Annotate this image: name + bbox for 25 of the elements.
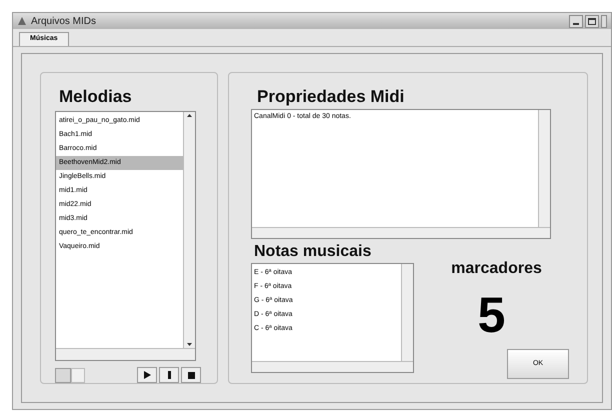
- play-button[interactable]: [137, 367, 157, 383]
- play-icon: [144, 371, 150, 379]
- down-arrow-icon: [187, 343, 192, 346]
- markers-count: 5: [478, 289, 506, 341]
- maximize-button[interactable]: [585, 14, 599, 28]
- pause-icon: [168, 371, 170, 379]
- markers-label: marcadores: [451, 259, 542, 279]
- group-heading: Propriedades Midi: [257, 87, 406, 107]
- vertical-scrollbar[interactable]: [183, 112, 195, 348]
- horizontal-scrollbar[interactable]: [56, 348, 195, 360]
- toolbar-button[interactable]: [71, 368, 85, 382]
- vertical-scrollbar[interactable]: [538, 110, 550, 227]
- vertical-scrollbar[interactable]: [401, 264, 413, 361]
- minimize-button[interactable]: [569, 14, 583, 28]
- up-arrow-icon: [187, 114, 192, 117]
- group-heading: Notas musicais: [254, 243, 372, 261]
- horizontal-scrollbar[interactable]: [252, 227, 550, 238]
- horizontal-scrollbar[interactable]: [252, 361, 413, 372]
- window-title: Arquivos MIDs: [31, 14, 96, 28]
- stop-button[interactable]: [181, 367, 201, 383]
- app-icon: [17, 16, 27, 26]
- toolbar-button[interactable]: [55, 368, 71, 382]
- stop-icon: [188, 372, 194, 378]
- group-heading: Melodias: [59, 87, 133, 107]
- pause-button[interactable]: [159, 367, 179, 383]
